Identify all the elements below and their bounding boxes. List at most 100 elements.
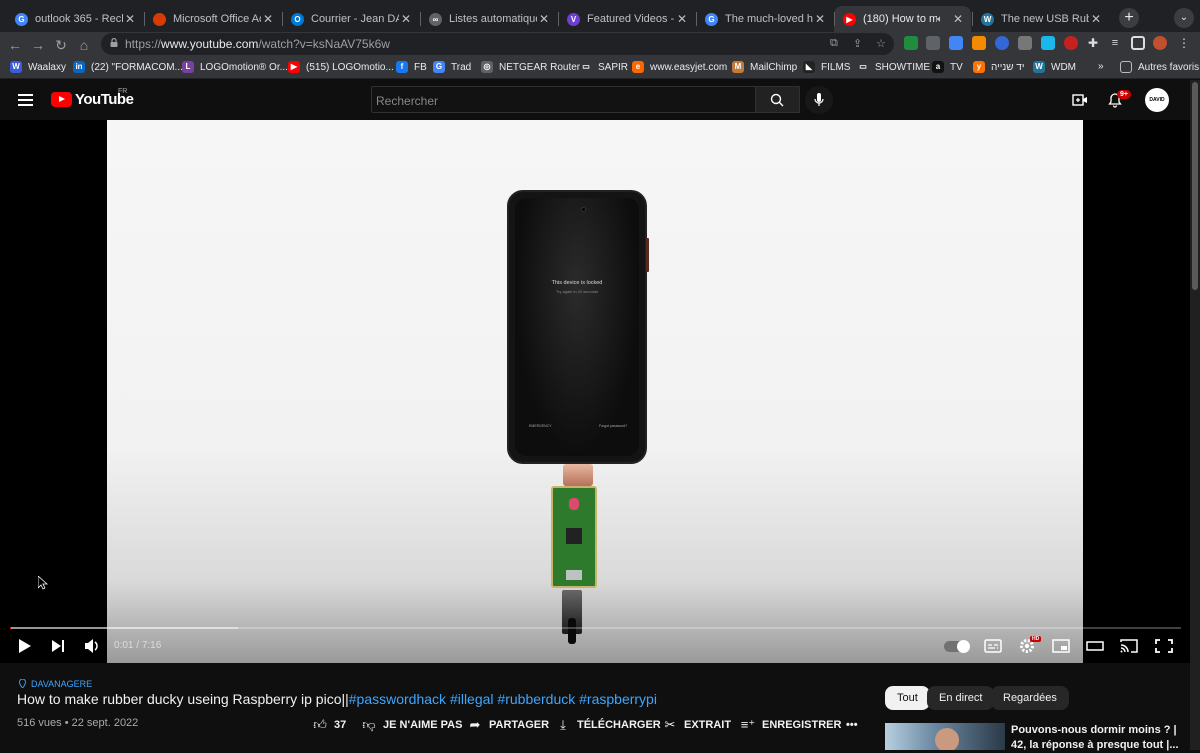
- voice-search-button[interactable]: [805, 86, 833, 114]
- play-icon[interactable]: [17, 636, 33, 656]
- scrollbar-thumb[interactable]: [1192, 82, 1198, 290]
- translate-icon: G: [433, 61, 445, 73]
- save-button[interactable]: ≡⁺ ENREGISTRER: [740, 717, 842, 733]
- browser-tab[interactable]: Goutlook 365 - Recherche✕: [6, 6, 143, 32]
- like-button[interactable]: 👍︎ 37: [312, 717, 346, 733]
- bookmark-item[interactable]: ▭ SAPIR: [580, 61, 628, 73]
- hashtag-link[interactable]: #passwordhack: [349, 691, 446, 707]
- tab-search-chevron-icon[interactable]: ⌄: [1174, 8, 1194, 28]
- share-button[interactable]: ➦ PARTAGER: [467, 717, 550, 733]
- close-tab-icon[interactable]: ✕: [123, 12, 137, 26]
- dislike-button[interactable]: 👎︎ JE N'AIME PAS: [361, 717, 462, 733]
- chart-extension-icon[interactable]: [972, 36, 986, 50]
- profile-avatar[interactable]: [1153, 36, 1167, 50]
- search-button[interactable]: [755, 86, 800, 113]
- video-progress-bar[interactable]: [10, 627, 1181, 629]
- bookmark-item[interactable]: f FB: [396, 61, 427, 73]
- browser-tab[interactable]: ▶ (180) How to make🔈︎✕: [834, 6, 971, 32]
- fullscreen-icon[interactable]: [1155, 636, 1173, 656]
- bookmark-item[interactable]: ▶ (515) LOGOmotio...: [288, 61, 394, 73]
- browser-tab[interactable]: O Courrier - Jean DAVID✕: [282, 6, 419, 32]
- share-icon[interactable]: ⇪: [853, 37, 862, 50]
- close-tab-icon[interactable]: ✕: [1089, 12, 1103, 26]
- hashtag-link[interactable]: #illegal: [450, 691, 494, 707]
- chrome-menu-icon[interactable]: ⋮: [1177, 36, 1191, 50]
- account-avatar[interactable]: DAVID: [1145, 88, 1169, 112]
- browser-tab[interactable]: Microsoft Office Accueil✕: [144, 6, 281, 32]
- translate-extension-icon[interactable]: [949, 36, 963, 50]
- theater-mode-icon[interactable]: [1086, 636, 1104, 656]
- close-tab-icon[interactable]: ✕: [675, 12, 689, 26]
- autoplay-toggle[interactable]: [944, 640, 970, 653]
- video-player[interactable]: This device is locked Try again in 10 se…: [0, 120, 1190, 663]
- filter-chip-all[interactable]: Tout: [885, 686, 930, 710]
- install-app-icon[interactable]: ⧉: [830, 37, 838, 50]
- miniplayer-icon[interactable]: [1052, 636, 1070, 656]
- cast-icon[interactable]: [1120, 636, 1138, 656]
- close-tab-icon[interactable]: ✕: [537, 12, 551, 26]
- filter-chip-watched[interactable]: Regardées: [991, 686, 1069, 710]
- layers-extension-icon[interactable]: [926, 36, 940, 50]
- hashtag-link[interactable]: #raspberrypi: [579, 691, 657, 707]
- phone-side-button: [646, 238, 649, 272]
- bookmark-item[interactable]: ◎ NETGEAR Router: [481, 61, 580, 73]
- home-icon[interactable]: ⌂: [75, 36, 93, 54]
- bird-extension-icon[interactable]: [995, 36, 1009, 50]
- back-icon[interactable]: ←: [6, 36, 24, 54]
- bookmark-item[interactable]: W WDM: [1033, 61, 1076, 73]
- search-input[interactable]: Rechercher: [371, 86, 756, 113]
- bookmark-item[interactable]: G Trad: [433, 61, 471, 73]
- recommended-video-title[interactable]: Pouvons-nous dormir moins ? | 42, la rép…: [1011, 723, 1181, 753]
- mouse-cursor-icon: [38, 576, 48, 590]
- filter-chip-live[interactable]: En direct: [927, 686, 995, 710]
- more-actions-button[interactable]: •••: [846, 717, 858, 733]
- tab-audio-icon[interactable]: 🔈︎: [937, 14, 951, 25]
- next-video-icon[interactable]: [50, 636, 66, 656]
- page-scrollbar[interactable]: [1190, 80, 1200, 750]
- video-frame[interactable]: This device is locked Try again in 10 se…: [107, 120, 1083, 663]
- drive-extension-icon[interactable]: [904, 36, 918, 50]
- bookmark-item[interactable]: a TV: [932, 61, 963, 73]
- close-tab-icon[interactable]: ✕: [399, 12, 413, 26]
- reading-list-icon[interactable]: ≡: [1108, 36, 1122, 50]
- new-tab-button[interactable]: +: [1119, 8, 1139, 28]
- bookmark-item[interactable]: W Waalaxy: [10, 61, 66, 73]
- bookmark-item[interactable]: in (22) "FORMACOM...: [73, 61, 183, 73]
- menu-hamburger-icon[interactable]: [18, 94, 33, 106]
- close-tab-icon[interactable]: ✕: [813, 12, 827, 26]
- k-extension-icon[interactable]: [1018, 36, 1032, 50]
- bookmark-item[interactable]: y יד שנייה: [973, 61, 1024, 73]
- other-bookmarks-folder[interactable]: Autres favoris: [1120, 61, 1199, 73]
- close-tab-icon[interactable]: ✕: [951, 12, 965, 26]
- tab-title: The new USB Rubber D: [1001, 13, 1089, 25]
- close-tab-icon[interactable]: ✕: [261, 12, 275, 26]
- bookmark-item[interactable]: ▭ SHOWTIME: [857, 61, 930, 73]
- subtitles-icon[interactable]: [984, 636, 1002, 656]
- bookmark-label: Trad: [451, 61, 472, 73]
- bookmark-item[interactable]: M MailChimp: [732, 61, 797, 73]
- address-bar[interactable]: https://www.youtube.com/watch?v=ksNaAV75…: [101, 33, 894, 55]
- browser-tab[interactable]: W The new USB Rubber D✕: [972, 6, 1109, 32]
- browser-tab[interactable]: G The much-loved hacker✕: [696, 6, 833, 32]
- browser-tab[interactable]: ∞ Listes automatiques✕: [420, 6, 557, 32]
- bookmark-item[interactable]: e www.easyjet.com: [632, 61, 727, 73]
- vimeo-extension-icon[interactable]: [1041, 36, 1055, 50]
- forward-icon[interactable]: →: [29, 36, 47, 54]
- bookmark-star-icon[interactable]: ☆: [876, 37, 886, 50]
- puzzle-extensions-icon[interactable]: ✚: [1086, 36, 1100, 50]
- more-bookmarks-icon[interactable]: »: [1098, 61, 1104, 72]
- bookmark-item[interactable]: L LOGOmotion® Or...: [182, 61, 288, 73]
- volume-icon[interactable]: [83, 636, 101, 656]
- stop-extension-icon[interactable]: [1064, 36, 1078, 50]
- recommended-video-thumbnail[interactable]: [885, 723, 1005, 750]
- clip-button[interactable]: ✂ EXTRAIT: [662, 717, 732, 733]
- create-video-icon[interactable]: [1072, 92, 1088, 108]
- hashtag-link[interactable]: #rubberduck: [497, 691, 575, 707]
- download-button[interactable]: ⤓ TÉLÉCHARGER: [555, 717, 661, 733]
- reload-icon[interactable]: ↻: [52, 36, 70, 54]
- channel-location-link[interactable]: DAVANAGERE: [19, 679, 92, 689]
- browser-tab[interactable]: V Featured Videos - The✕: [558, 6, 695, 32]
- bookmark-item[interactable]: ◣ FILMS: [803, 61, 850, 73]
- side-panel-icon[interactable]: [1131, 36, 1145, 50]
- youtube-logo-icon[interactable]: [51, 92, 72, 107]
